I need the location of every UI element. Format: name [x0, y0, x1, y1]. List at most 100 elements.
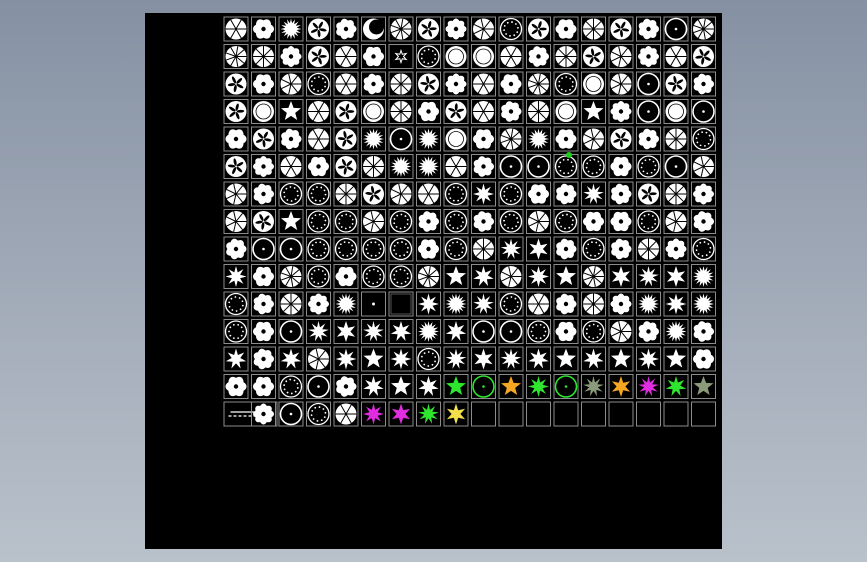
symbol-cell[interactable] [251, 401, 276, 427]
symbol-cell[interactable] [333, 401, 359, 427]
symbol-cell[interactable] [526, 264, 551, 289]
symbol-cell[interactable] [251, 264, 276, 289]
symbol-cell[interactable] [278, 291, 304, 317]
symbol-cell[interactable] [416, 236, 441, 262]
symbol-cell[interactable] [471, 16, 496, 42]
symbol-cell[interactable] [581, 319, 606, 344]
symbol-cell[interactable] [278, 99, 304, 124]
symbol-cell[interactable] [526, 44, 551, 69]
symbol-cell[interactable] [361, 374, 386, 399]
symbol-cell[interactable] [691, 181, 716, 207]
symbol-cell[interactable] [251, 71, 276, 97]
symbol-cell[interactable] [306, 44, 331, 69]
symbol-cell[interactable] [416, 374, 441, 399]
symbol-cell[interactable] [306, 374, 331, 399]
symbol-cell[interactable] [443, 126, 469, 152]
symbol-cell[interactable] [471, 319, 496, 344]
symbol-cell[interactable] [333, 181, 359, 207]
symbol-cell[interactable] [251, 291, 276, 317]
symbol-cell[interactable] [306, 99, 331, 124]
symbol-cell[interactable] [691, 209, 716, 234]
symbol-cell[interactable] [361, 71, 386, 97]
symbol-cell[interactable] [471, 209, 496, 234]
symbol-cell[interactable] [691, 264, 716, 289]
symbol-cell[interactable] [223, 319, 249, 344]
symbol-cell[interactable] [388, 319, 414, 344]
symbol-cell[interactable] [306, 181, 331, 207]
symbol-cell[interactable] [333, 44, 359, 69]
symbol-cell[interactable] [553, 346, 579, 372]
symbol-cell[interactable] [388, 44, 414, 69]
symbol-cell[interactable] [553, 126, 579, 152]
symbol-cell[interactable] [416, 401, 441, 427]
symbol-cell[interactable] [471, 126, 496, 152]
symbol-cell[interactable] [471, 291, 496, 317]
symbol-cell[interactable] [388, 291, 414, 317]
symbol-cell[interactable] [443, 71, 469, 97]
symbol-cell[interactable] [553, 209, 579, 234]
symbol-cell[interactable] [223, 264, 249, 289]
symbol-cell[interactable] [691, 126, 716, 152]
symbol-cell[interactable] [581, 154, 606, 179]
symbol-cell[interactable] [581, 16, 606, 42]
symbol-cell[interactable] [553, 16, 579, 42]
symbol-cell[interactable] [471, 236, 496, 262]
symbol-cell[interactable] [278, 264, 304, 289]
symbol-cell[interactable] [251, 16, 276, 42]
symbol-cell[interactable] [223, 99, 249, 124]
symbol-cell[interactable] [306, 264, 331, 289]
symbol-cell[interactable] [223, 209, 249, 234]
symbol-cell[interactable] [416, 291, 441, 317]
symbol-cell[interactable] [278, 154, 304, 179]
symbol-cell[interactable] [306, 319, 331, 344]
symbol-cell[interactable] [306, 346, 331, 372]
symbol-cell[interactable] [333, 126, 359, 152]
symbol-cell[interactable] [581, 291, 606, 317]
symbol-cell[interactable] [526, 126, 551, 152]
plant-symbol-grid[interactable] [223, 16, 718, 430]
symbol-cell[interactable] [416, 71, 441, 97]
symbol-cell[interactable] [443, 16, 469, 42]
symbol-cell[interactable] [251, 154, 276, 179]
symbol-cell[interactable] [251, 236, 276, 262]
symbol-cell[interactable] [498, 71, 524, 97]
symbol-cell[interactable] [526, 319, 551, 344]
symbol-cell[interactable] [361, 319, 386, 344]
symbol-cell[interactable] [636, 181, 661, 207]
symbol-cell[interactable] [471, 44, 496, 69]
symbol-cell[interactable] [416, 126, 441, 152]
symbol-cell[interactable] [663, 236, 689, 262]
symbol-cell[interactable] [691, 154, 716, 179]
symbol-cell[interactable] [553, 291, 579, 317]
symbol-cell[interactable] [553, 154, 579, 179]
symbol-grid-svg[interactable] [223, 16, 718, 430]
symbol-cell[interactable] [636, 44, 661, 69]
symbol-cell[interactable] [636, 319, 661, 344]
symbol-cell[interactable] [526, 291, 551, 317]
symbol-cell[interactable] [361, 209, 386, 234]
symbol-cell[interactable] [526, 346, 551, 372]
symbol-cell[interactable] [361, 236, 386, 262]
symbol-cell[interactable] [663, 181, 689, 207]
selection-marker[interactable] [566, 152, 572, 158]
symbol-cell[interactable] [251, 319, 276, 344]
symbol-cell[interactable] [581, 209, 606, 234]
symbol-cell[interactable] [333, 209, 359, 234]
symbol-cell[interactable] [388, 154, 414, 179]
symbol-cell[interactable] [416, 99, 441, 124]
symbol-cell[interactable] [388, 16, 414, 42]
symbol-cell[interactable] [608, 209, 634, 234]
symbol-cell[interactable] [443, 236, 469, 262]
symbol-cell[interactable] [581, 374, 606, 399]
symbol-cell[interactable] [471, 154, 496, 179]
symbol-cell[interactable] [443, 209, 469, 234]
symbol-cell[interactable] [526, 209, 551, 234]
symbol-cell[interactable] [691, 346, 716, 372]
symbol-cell[interactable] [361, 154, 386, 179]
symbol-cell[interactable] [498, 126, 524, 152]
symbol-cell[interactable] [691, 71, 716, 97]
symbol-cell[interactable] [691, 99, 716, 124]
symbol-cell[interactable] [278, 209, 304, 234]
symbol-cell[interactable] [388, 264, 414, 289]
symbol-cell[interactable] [471, 71, 496, 97]
